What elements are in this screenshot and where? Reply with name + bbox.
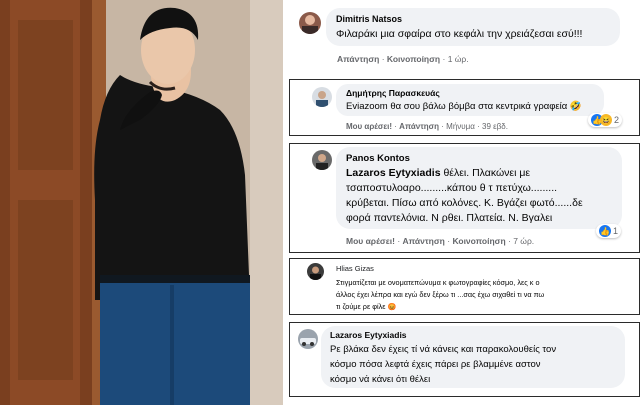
- reply-link[interactable]: Απάντηση: [403, 236, 445, 246]
- comment-text: Eviazoom θα σου βάλω βόμβα στα κεντρικά …: [346, 101, 582, 112]
- comment-text-rest: θέλει. Πλακώνει με: [440, 167, 531, 179]
- reply-link[interactable]: Απάντηση: [399, 122, 439, 131]
- thumbs-up-icon: 👍: [599, 225, 611, 237]
- comment-author[interactable]: Dimitris Natsos: [336, 14, 610, 24]
- comment-actions: Μου αρέσει! · Απάντηση · Μήνυμα · 39 εβδ…: [346, 122, 508, 131]
- comment-lazaros-eytyxiadis: Lazaros Eytyxiadis Ρε βλάκα δεν έχεις τί…: [289, 322, 640, 397]
- comment-bubble: Lazaros Eytyxiadis Ρε βλάκα δεν έχεις τί…: [321, 326, 625, 388]
- like-link[interactable]: Μου αρέσει!: [346, 122, 392, 131]
- share-link[interactable]: Κοινοποίηση: [452, 236, 505, 246]
- comment-text-last: τι ζούμε ρε φίλε: [336, 302, 386, 311]
- comment-bubble: Dimitris Natsos Φιλαράκι μια σφαίρα στο …: [326, 8, 620, 46]
- comment-author[interactable]: Δημήτρης Παρασκευάς: [346, 88, 594, 98]
- comment-panos-kontos: Panos Kontos Lazaros Eytyxiadis θέλει. Π…: [289, 143, 640, 253]
- reaction-count: 2: [614, 115, 620, 125]
- avatar[interactable]: [307, 263, 324, 280]
- reaction-summary[interactable]: 👍 😆 2: [588, 113, 623, 127]
- comment-text-line-1: Στιγματίζεται με ονοματεπώνυμα κ φωτογρα…: [336, 278, 540, 287]
- man-photo: [0, 0, 283, 405]
- comment-author[interactable]: Hlias Gizas: [336, 264, 610, 273]
- comment-text-line-1: Lazaros Eytyxiadis θέλει. Πλακώνει με: [346, 167, 612, 179]
- comment-text-line-3: κόσμο νά κάνει ότι θέλει: [330, 374, 431, 385]
- comment-actions: Απάντηση · Κοινοποίηση · 1 ώρ.: [337, 54, 469, 64]
- comment-bubble: Panos Kontos Lazaros Eytyxiadis θέλει. Π…: [336, 147, 622, 229]
- comment-author[interactable]: Panos Kontos: [346, 153, 612, 164]
- reaction-summary[interactable]: 👍 1: [596, 224, 622, 238]
- reply-link[interactable]: Απάντηση: [337, 54, 379, 64]
- comment-text-line-1: Ρε βλάκα δεν έχεις τί νά κάνεις και παρα…: [330, 344, 557, 355]
- comment-bubble: Δημήτρης Παρασκευάς Eviazoom θα σου βάλω…: [336, 84, 604, 116]
- share-link[interactable]: Κοινοποίηση: [387, 54, 440, 64]
- comment-actions: Μου αρέσει! · Απάντηση · Κοινοποίηση · 7…: [346, 236, 535, 246]
- comment-text-line-3: τι ζούμε ρε φίλε 😡: [336, 302, 610, 311]
- avatar[interactable]: [299, 12, 321, 34]
- avatar[interactable]: [312, 150, 332, 170]
- comment-dimitris-natsos: Dimitris Natsos Φιλαράκι μια σφαίρα στο …: [289, 5, 640, 71]
- comment-dimitris-paraskevas: Δημήτρης Παρασκευάς Eviazoom θα σου βάλω…: [289, 79, 640, 136]
- message-link[interactable]: Μήνυμα: [446, 122, 475, 131]
- comment-time[interactable]: 7 ώρ.: [513, 236, 534, 246]
- comment-text-line-4: φορά παντελόνια. Ν ρθει. Πλατεία. Ν. Βγα…: [346, 212, 553, 224]
- comment-text: Φιλαράκι μια σφαίρα στο κεφάλι την χρειά…: [336, 28, 583, 40]
- comment-text-line-2: τσαποστυλοαρο.........κάπου θ τ πετύχω..…: [346, 182, 558, 194]
- reaction-count: 1: [613, 226, 619, 236]
- avatar[interactable]: [298, 329, 318, 349]
- comment-author[interactable]: Lazaros Eytyxiadis: [330, 330, 616, 340]
- comment-text-line-2: κόσμο πόσα λεφτά έχεις πάρει ρε βλαμμένε…: [330, 359, 541, 370]
- comment-bubble: Hlias Gizas Στιγματίζεται με ονοματεπώνυ…: [328, 261, 618, 312]
- comment-text-line-3: κρύβεται. Πίσω από κολόνες. Κ. Βγάζει φω…: [346, 197, 583, 209]
- avatar[interactable]: [312, 87, 332, 107]
- comment-text-line-2: άλλος έχει λέπρα και εγώ δεν ξέρω τι ...…: [336, 290, 545, 299]
- comment-time[interactable]: 39 εβδ.: [482, 122, 508, 131]
- haha-icon: 😆: [600, 114, 612, 126]
- mention-link[interactable]: Lazaros Eytyxiadis: [346, 167, 441, 179]
- comment-time[interactable]: 1 ώρ.: [448, 54, 469, 64]
- angry-emoji-icon: 😡: [387, 304, 397, 311]
- like-link[interactable]: Μου αρέσει!: [346, 236, 395, 246]
- comment-hlias-gizas: Hlias Gizas Στιγματίζεται με ονοματεπώνυ…: [289, 258, 640, 315]
